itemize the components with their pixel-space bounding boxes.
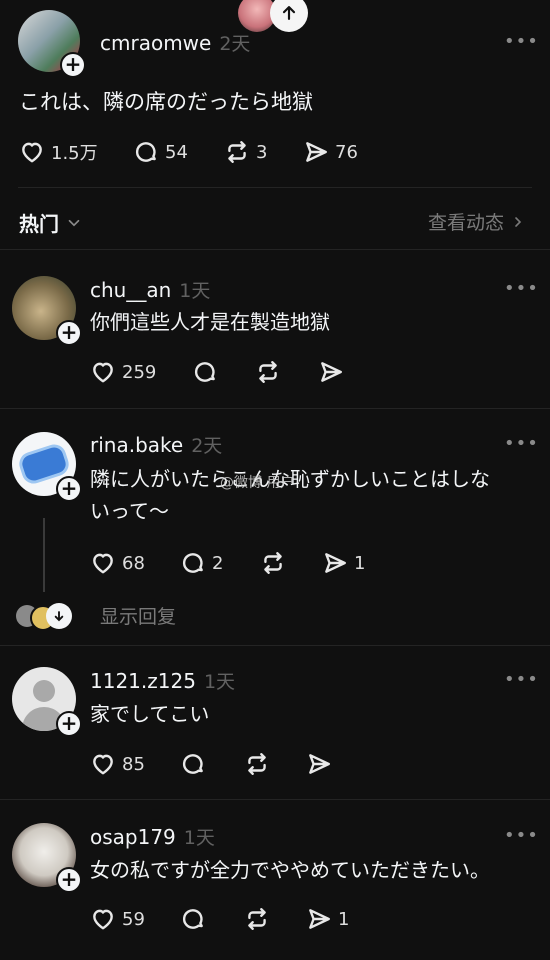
send-icon: [325, 553, 346, 573]
reply-username[interactable]: osap179: [90, 825, 176, 849]
divider: [0, 645, 550, 646]
repost-icon: [248, 908, 266, 930]
comment-icon: [194, 362, 215, 382]
reply-like-button[interactable]: 59: [90, 906, 145, 932]
follow-plus-icon[interactable]: +: [56, 320, 82, 346]
thread-line: [43, 518, 45, 592]
send-icon: [306, 142, 327, 162]
reply-comment-button[interactable]: [192, 359, 218, 385]
scroll-top-pill[interactable]: [238, 0, 310, 32]
send-icon: [309, 909, 330, 929]
show-replies-button[interactable]: 显示回复: [16, 602, 177, 631]
arrow-up-icon[interactable]: [270, 0, 308, 32]
repost-icon: [264, 552, 282, 574]
repost-icon: [248, 753, 266, 775]
heart-icon: [22, 142, 42, 163]
reply-text: 你們這些人才是在製造地獄: [90, 310, 330, 334]
post-author-avatar-wrap[interactable]: +: [18, 10, 86, 78]
reply-repost-button[interactable]: [255, 359, 281, 385]
send-icon: [309, 754, 330, 774]
post-comment-button[interactable]: 54: [133, 139, 188, 165]
reply-avatar-wrap[interactable]: +: [12, 432, 84, 504]
sort-label: 热门: [19, 212, 59, 236]
reply-like-button[interactable]: 68: [90, 550, 145, 576]
reply-avatar-wrap[interactable]: +: [12, 276, 84, 348]
reply-like-count: 68: [122, 552, 145, 574]
reply-comment-button[interactable]: [180, 751, 206, 777]
reply-like-count: 85: [122, 753, 145, 775]
follow-plus-icon[interactable]: +: [56, 867, 82, 893]
heart-icon: [93, 909, 113, 930]
comment-icon: [182, 909, 203, 929]
divider: [0, 799, 550, 800]
view-activity-link[interactable]: 查看动态: [428, 208, 526, 235]
reply-repost-button[interactable]: [244, 906, 270, 932]
reply-share-count: 1: [338, 908, 350, 930]
post-text: これは、隣の席のだったら地獄: [19, 90, 313, 114]
reply-time: 2天: [191, 435, 223, 457]
post-comment-count: 54: [165, 141, 188, 163]
chevron-down-icon: [68, 219, 80, 226]
reply-comment-button[interactable]: [180, 906, 206, 932]
reply-text: 家でしてこい: [90, 702, 210, 726]
reply-comment-button[interactable]: 2: [180, 550, 223, 576]
comment-icon: [135, 142, 156, 162]
reply-share-button[interactable]: [318, 359, 344, 385]
reply-more-icon[interactable]: •••: [504, 825, 539, 846]
send-icon: [321, 362, 342, 382]
divider: [0, 249, 550, 250]
reply-share-button[interactable]: [306, 751, 332, 777]
post-repost-button[interactable]: 3: [224, 139, 267, 165]
follow-plus-icon[interactable]: +: [56, 476, 82, 502]
reply-time: 1天: [179, 280, 211, 302]
post-like-button[interactable]: 1.5万: [19, 139, 98, 165]
divider: [18, 187, 532, 188]
repost-icon: [259, 361, 277, 383]
reply-like-count: 259: [122, 361, 157, 383]
post-username[interactable]: cmraomwe: [100, 31, 211, 55]
reply-username[interactable]: rina.bake: [90, 433, 183, 457]
follow-plus-icon[interactable]: +: [60, 52, 86, 78]
reply-repost-button[interactable]: [260, 550, 286, 576]
reply-like-count: 59: [122, 908, 145, 930]
reply-avatar-wrap[interactable]: +: [12, 823, 84, 895]
comment-icon: [182, 553, 203, 573]
reply-share-button[interactable]: 1: [322, 550, 365, 576]
heart-icon: [93, 362, 113, 383]
reply-text: 女の私ですが全力でややめていただきたい。: [90, 858, 490, 882]
reply-more-icon[interactable]: •••: [504, 433, 539, 454]
post-like-count: 1.5万: [51, 143, 98, 164]
reply-avatar-wrap[interactable]: +: [12, 667, 84, 739]
chevron-down-circle-icon: [46, 602, 72, 629]
post-share-button[interactable]: 76: [303, 139, 358, 165]
chevron-right-icon: [515, 216, 522, 227]
follow-plus-icon[interactable]: +: [56, 711, 82, 737]
divider: [0, 408, 550, 409]
post-share-count: 76: [335, 141, 358, 163]
reply-username[interactable]: chu__an: [90, 278, 171, 302]
sort-dropdown[interactable]: 热门: [19, 208, 83, 237]
post-repost-count: 3: [256, 141, 268, 163]
reply-text-line2: いって〜: [90, 499, 169, 523]
reply-like-button[interactable]: 259: [90, 359, 156, 385]
watermark: @微博 用户: [220, 475, 295, 491]
post-time: 2天: [219, 33, 251, 55]
reply-share-count: 1: [354, 552, 366, 574]
reply-repost-button[interactable]: [244, 751, 270, 777]
reply-more-icon[interactable]: •••: [504, 669, 539, 690]
reply-username[interactable]: 1121.z125: [90, 669, 196, 693]
reply-time: 1天: [203, 671, 236, 693]
reply-time: 1天: [183, 827, 215, 849]
repost-icon: [228, 141, 246, 163]
reply-like-button[interactable]: 85: [90, 751, 145, 777]
show-replies-label: 显示回复: [100, 606, 177, 628]
view-activity-label: 查看动态: [427, 212, 504, 234]
reply-share-button[interactable]: 1: [306, 906, 349, 932]
post-more-icon[interactable]: •••: [504, 31, 539, 52]
heart-icon: [93, 553, 113, 574]
reply-comment-count: 2: [212, 552, 224, 574]
comment-icon: [182, 754, 203, 774]
reply-more-icon[interactable]: •••: [504, 278, 539, 299]
heart-icon: [93, 754, 113, 775]
